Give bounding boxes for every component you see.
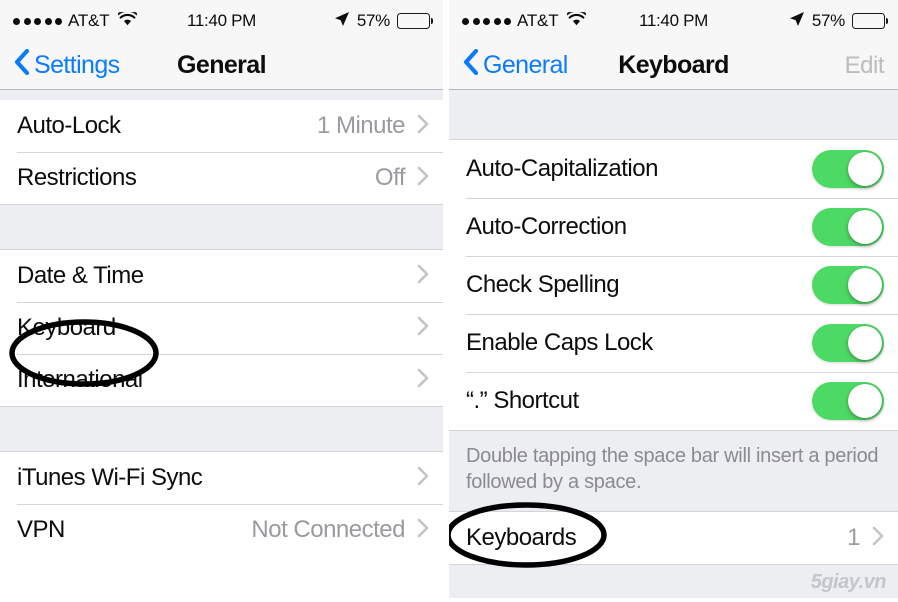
toggle-period-shortcut[interactable]: [812, 382, 884, 420]
settings-section-3: iTunes Wi-Fi Sync VPN Not Connected: [0, 452, 443, 556]
dual-screenshot-container: AT&T 11:40 PM 57% Settings General Auto-…: [0, 0, 898, 602]
chevron-right-icon: [417, 264, 429, 289]
section-separator-2: [0, 406, 443, 452]
battery-percent-label: 57%: [811, 11, 845, 30]
row-label: International: [17, 366, 143, 393]
row-date-and-time[interactable]: Date & Time: [0, 250, 443, 302]
row-value: 1: [847, 524, 860, 551]
wifi-icon: [117, 9, 139, 31]
back-button-settings[interactable]: Settings: [14, 48, 120, 82]
chevron-right-icon: [417, 518, 429, 543]
row-label: Keyboard: [17, 314, 116, 341]
chevron-right-icon: [417, 114, 429, 139]
location-arrow-icon: [789, 11, 805, 32]
chevron-left-icon: [14, 48, 30, 82]
row-international[interactable]: International: [0, 354, 443, 406]
nav-bar-left: Settings General: [0, 42, 443, 90]
row-keyboard[interactable]: Keyboard: [0, 302, 443, 354]
toggle-enable-caps-lock[interactable]: [812, 324, 884, 362]
status-bar-right-group: 57%: [334, 11, 430, 32]
row-keyboards[interactable]: Keyboards 1: [449, 512, 898, 564]
row-enable-caps-lock[interactable]: Enable Caps Lock: [449, 314, 898, 372]
chevron-right-icon: [417, 368, 429, 393]
chevron-right-icon: [872, 526, 884, 551]
row-value: Off: [374, 164, 406, 191]
row-label: Auto-Correction: [466, 213, 627, 240]
watermark: 5giay.vn: [810, 571, 887, 593]
status-bar-left-group: AT&T: [13, 9, 139, 31]
chevron-right-icon: [417, 166, 429, 191]
battery-percent-label: 57%: [356, 11, 390, 30]
row-label: Auto-Lock: [17, 112, 121, 139]
battery-icon: [852, 13, 885, 29]
chevron-right-icon: [417, 316, 429, 341]
footer-note-text: Double tapping the space bar will insert…: [466, 445, 879, 493]
section-separator-1: [0, 204, 443, 250]
carrier-name: AT&T: [68, 11, 110, 30]
row-period-shortcut[interactable]: “.” Shortcut: [449, 372, 898, 430]
keyboards-section: Keyboards 1: [449, 512, 898, 564]
row-restrictions[interactable]: Restrictions Off: [0, 152, 443, 204]
settings-list-left: Auto-Lock 1 Minute Restrictions Off Date…: [0, 90, 443, 556]
row-auto-capitalization[interactable]: Auto-Capitalization: [449, 140, 898, 198]
row-auto-lock[interactable]: Auto-Lock 1 Minute: [0, 100, 443, 152]
left-phone-screen: AT&T 11:40 PM 57% Settings General Auto-…: [0, 0, 443, 602]
keyboard-settings-list: Auto-Capitalization Auto-Correction Chec…: [449, 90, 898, 598]
row-itunes-wifi-sync[interactable]: iTunes Wi-Fi Sync: [0, 452, 443, 504]
back-button-label: Settings: [34, 51, 120, 79]
chevron-right-icon: [417, 466, 429, 491]
battery-icon: [397, 13, 430, 29]
nav-bar-right: General Keyboard Edit: [449, 42, 898, 90]
status-bar-right: AT&T 11:40 PM 57%: [449, 0, 898, 42]
settings-section-1: Auto-Lock 1 Minute Restrictions Off: [0, 100, 443, 204]
status-bar-left-group: AT&T: [462, 9, 588, 31]
row-vpn[interactable]: VPN Not Connected: [0, 504, 443, 556]
row-label: Enable Caps Lock: [466, 329, 653, 356]
row-label: Date & Time: [17, 262, 144, 289]
list-top-spacer: [0, 90, 443, 100]
toggle-auto-correction[interactable]: [812, 208, 884, 246]
row-label: VPN: [17, 516, 65, 543]
location-arrow-icon: [334, 11, 350, 32]
settings-section-2: Date & Time Keyboard International: [0, 250, 443, 406]
carrier-name: AT&T: [517, 11, 559, 30]
back-button-general[interactable]: General: [463, 48, 568, 82]
row-value: Not Connected: [251, 516, 405, 543]
keyboard-toggles-section: Auto-Capitalization Auto-Correction Chec…: [449, 140, 898, 430]
row-value: 1 Minute: [316, 112, 406, 139]
row-label: Restrictions: [17, 164, 137, 191]
footer-note: Double tapping the space bar will insert…: [449, 430, 898, 512]
right-phone-screen: AT&T 11:40 PM 57% General Keyboard Edit …: [449, 0, 898, 602]
chevron-left-icon: [463, 48, 479, 82]
status-bar-right-group: 57%: [789, 11, 885, 32]
signal-strength-dots: [462, 17, 511, 25]
row-label: Keyboards: [466, 524, 577, 551]
back-button-label: General: [483, 51, 568, 79]
status-bar-left: AT&T 11:40 PM 57%: [0, 0, 443, 42]
edit-button[interactable]: Edit: [845, 52, 885, 80]
toggle-check-spelling[interactable]: [812, 266, 884, 304]
row-auto-correction[interactable]: Auto-Correction: [449, 198, 898, 256]
row-label: Check Spelling: [466, 271, 620, 298]
wifi-icon: [566, 9, 588, 31]
list-top-band: [449, 90, 898, 140]
row-check-spelling[interactable]: Check Spelling: [449, 256, 898, 314]
row-label: “.” Shortcut: [466, 387, 579, 414]
toggle-auto-capitalization[interactable]: [812, 150, 884, 188]
row-label: Auto-Capitalization: [466, 155, 658, 182]
row-label: iTunes Wi-Fi Sync: [17, 464, 203, 491]
signal-strength-dots: [13, 17, 62, 25]
